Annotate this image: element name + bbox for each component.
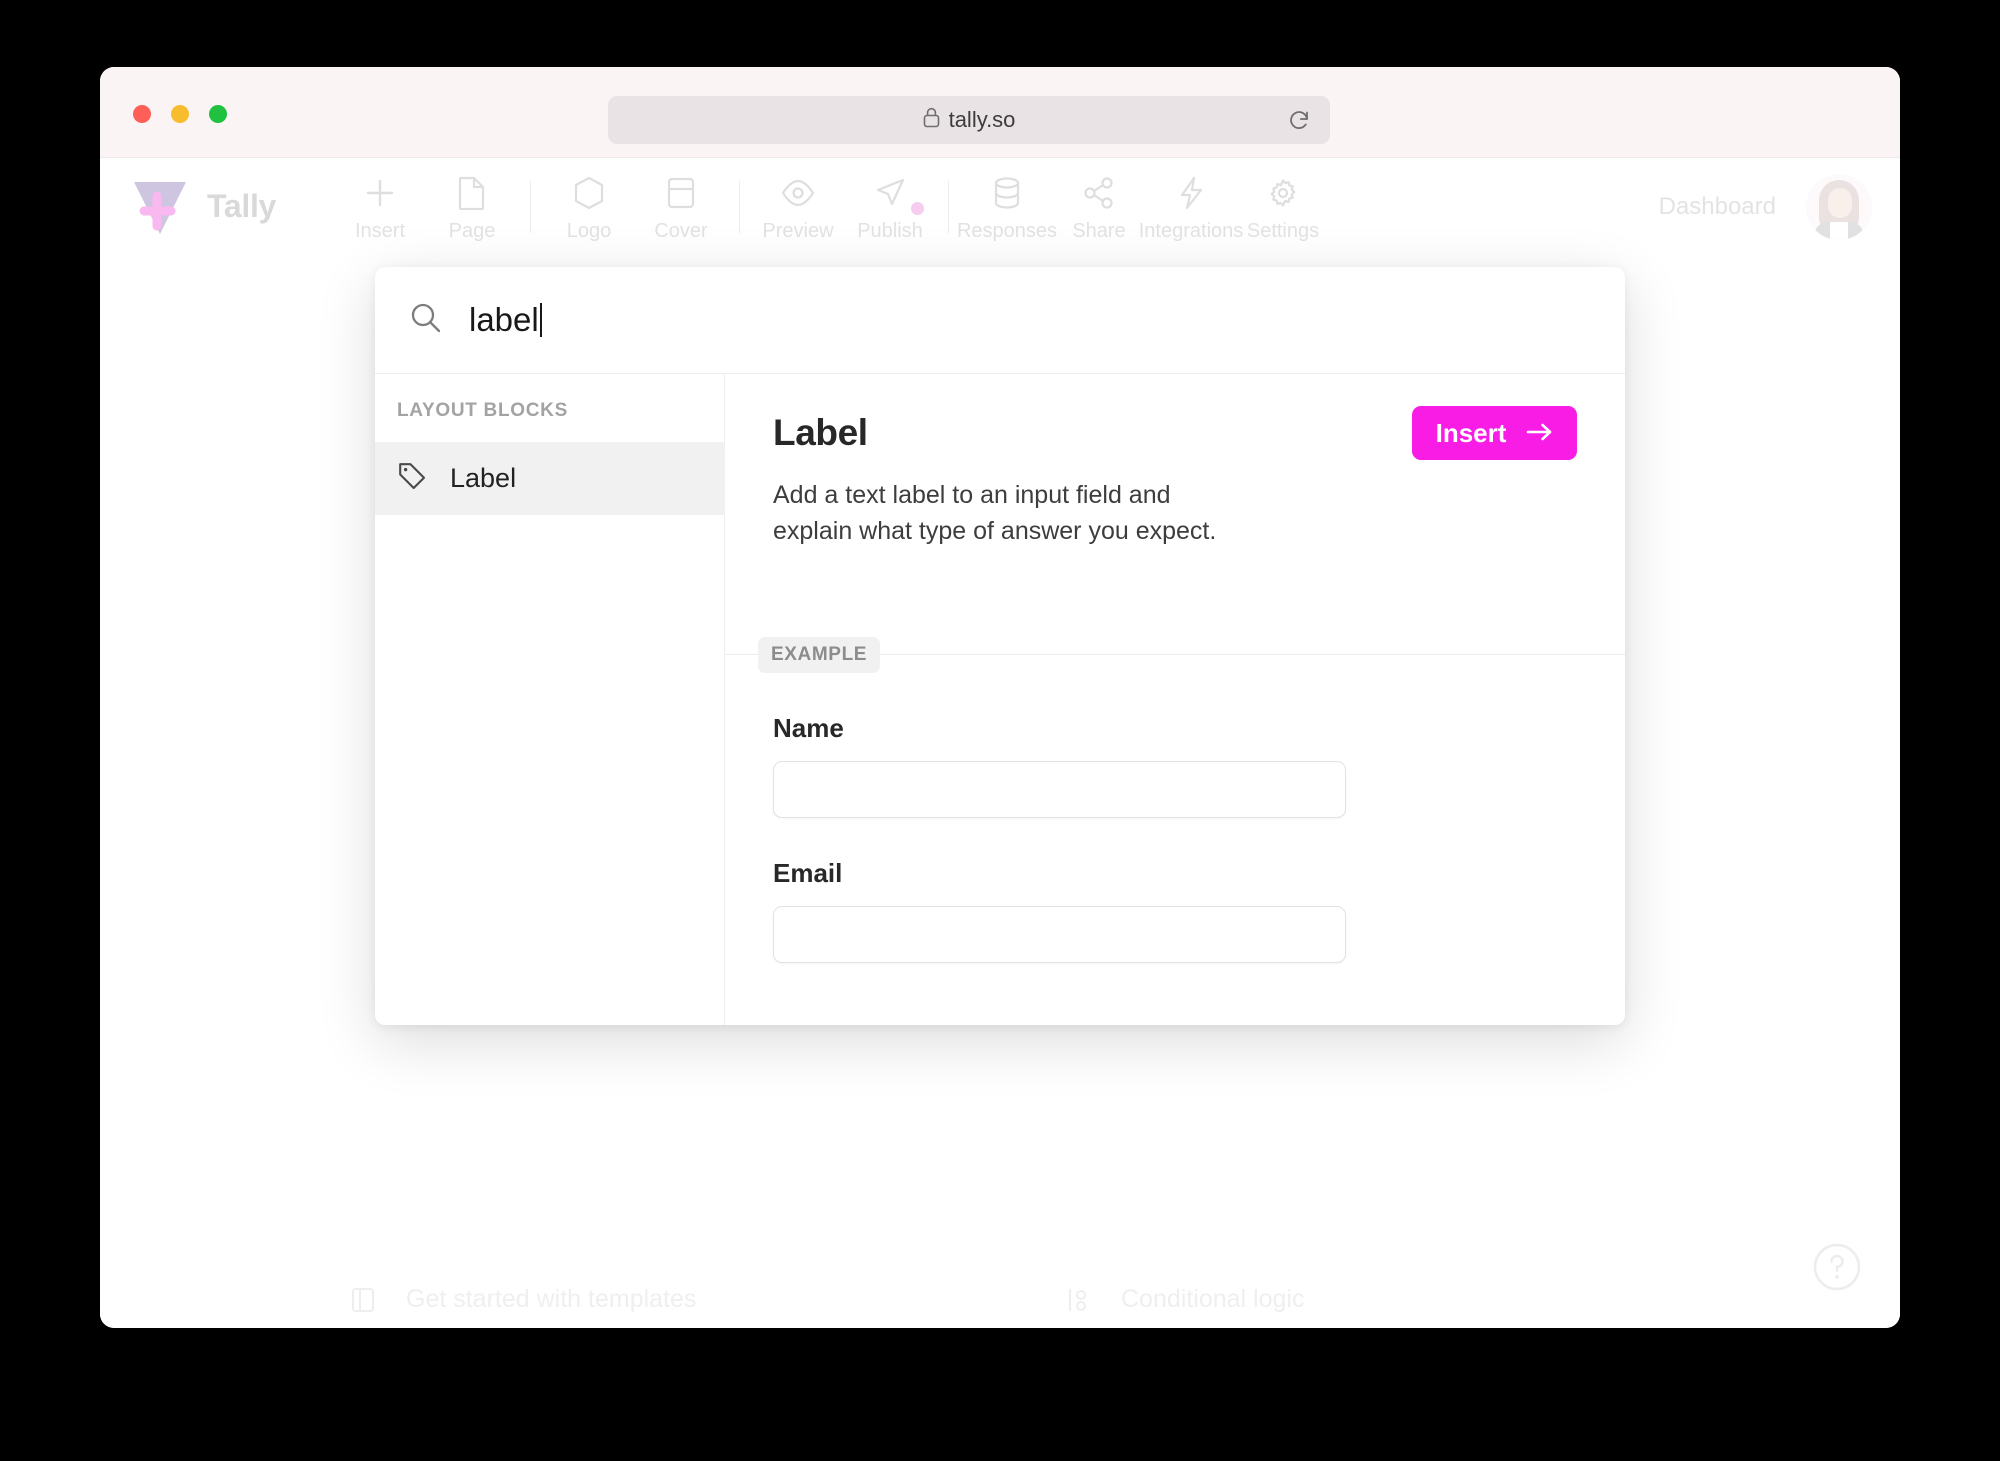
toolbar-item-label: Page [448, 220, 496, 242]
toolbar-divider [948, 180, 949, 233]
checklist-item-label: Conditional logic [1121, 1285, 1305, 1313]
template-icon [350, 1287, 376, 1313]
toolbar-item-logo[interactable]: Logo [543, 170, 635, 243]
toolbar-item-label: Cover [654, 220, 708, 242]
gear-icon [1266, 174, 1300, 212]
checklist-item-templates[interactable]: Get started with templates [350, 1285, 1065, 1314]
toolbar-item-page[interactable]: Page [426, 170, 518, 243]
example-badge: EXAMPLE [758, 637, 881, 673]
close-window-button[interactable] [133, 105, 151, 123]
toolbar-items: Insert Page Logo Cover Preview Publish R… [334, 170, 1659, 243]
url-text: tally.so [948, 107, 1016, 132]
example-field-name: Name [773, 713, 1577, 818]
email-input[interactable] [773, 906, 1346, 963]
toolbar-divider [739, 180, 740, 233]
field-label: Email [773, 858, 843, 888]
toolbar-item-label: Insert [354, 220, 406, 242]
insert-button-label: Insert [1435, 417, 1507, 448]
toolbar-item-label: Responses [956, 220, 1058, 242]
onboarding-checklist: Get started with templates Conditional l… [350, 1285, 1780, 1328]
insert-block-modal: label LAYOUT BLOCKS Label Label Add a te… [375, 267, 1625, 1025]
address-bar[interactable]: tally.so [608, 96, 1330, 144]
checklist-item-conditional-logic[interactable]: Conditional logic [1065, 1285, 1780, 1314]
field-label: Name [773, 713, 844, 743]
tally-logo-icon [130, 178, 190, 236]
name-input[interactable] [773, 761, 1346, 818]
toolbar-item-label: Publish [857, 220, 923, 242]
browser-titlebar: tally.so [100, 67, 1900, 158]
maximize-window-button[interactable] [209, 105, 227, 123]
modal-body: LAYOUT BLOCKS Label Label Add a text lab… [375, 374, 1625, 1025]
modal-detail-panel: Label Add a text label to an input field… [725, 374, 1625, 1025]
share-icon [1083, 174, 1115, 212]
example-field-email: Email [773, 858, 1577, 963]
eye-icon [779, 174, 817, 212]
toolbar-item-integrations[interactable]: Integrations [1139, 170, 1243, 243]
insert-button[interactable]: Insert [1412, 406, 1577, 460]
block-list-item-label-text: Label [450, 463, 517, 493]
send-icon [873, 174, 907, 212]
detail-header: Label Add a text label to an input field… [725, 374, 1625, 549]
tag-icon [397, 461, 427, 496]
toolbar-item-label: Share [1072, 220, 1126, 242]
search-icon [409, 301, 442, 339]
toolbar-item-preview[interactable]: Preview [752, 170, 844, 243]
example-form-preview: Name Email [725, 655, 1625, 963]
toolbar-item-label: Settings [1246, 220, 1320, 242]
publish-status-dot [911, 202, 924, 215]
modal-search-bar[interactable]: label [375, 267, 1625, 374]
toolbar-divider [530, 180, 531, 233]
example-divider: EXAMPLE [725, 637, 1625, 673]
cover-icon [666, 174, 696, 212]
toolbar-item-publish[interactable]: Publish [844, 170, 936, 243]
avatar[interactable] [1806, 173, 1872, 240]
lock-icon [923, 107, 940, 133]
brand-name: Tally [207, 188, 277, 224]
dashboard-link[interactable]: Dashboard [1659, 193, 1776, 221]
toolbar-item-insert[interactable]: Insert [334, 170, 426, 243]
minimize-window-button[interactable] [171, 105, 189, 123]
traffic-lights [133, 105, 227, 123]
results-section-title: LAYOUT BLOCKS [397, 400, 568, 421]
page-icon [457, 174, 487, 212]
toolbar-item-settings[interactable]: Settings [1237, 170, 1329, 243]
toolbar-item-label: Integrations [1138, 220, 1244, 242]
arrow-right-icon [1526, 418, 1553, 449]
lightning-icon [1177, 174, 1205, 212]
toolbar-item-share[interactable]: Share [1053, 170, 1145, 243]
toolbar-item-cover[interactable]: Cover [635, 170, 727, 243]
detail-description: Add a text label to an input field and e… [773, 481, 1217, 545]
search-input-value: label [469, 301, 539, 338]
logic-icon [1065, 1287, 1091, 1313]
browser-window: tally.so Tally Insert Page Logo Cover Pr… [100, 67, 1900, 1328]
toolbar-item-label: Logo [566, 220, 612, 242]
help-circle-icon[interactable] [1812, 1242, 1862, 1292]
app-toolbar: Tally Insert Page Logo Cover Preview Pub… [100, 158, 1900, 255]
brand[interactable]: Tally [130, 178, 326, 236]
hexagon-icon [573, 174, 605, 212]
text-caret [539, 303, 542, 337]
block-list-item-label[interactable]: Label [375, 442, 724, 515]
reload-icon[interactable] [1286, 107, 1312, 133]
toolbar-right: Dashboard [1659, 173, 1872, 240]
toolbar-item-label: Preview [762, 220, 834, 242]
toolbar-item-responses[interactable]: Responses [957, 170, 1057, 243]
database-icon [992, 174, 1022, 212]
modal-results-sidebar: LAYOUT BLOCKS Label [375, 374, 725, 1025]
plus-icon [363, 174, 397, 212]
search-input[interactable]: label [469, 301, 542, 339]
checklist-item-label: Get started with templates [406, 1285, 697, 1313]
